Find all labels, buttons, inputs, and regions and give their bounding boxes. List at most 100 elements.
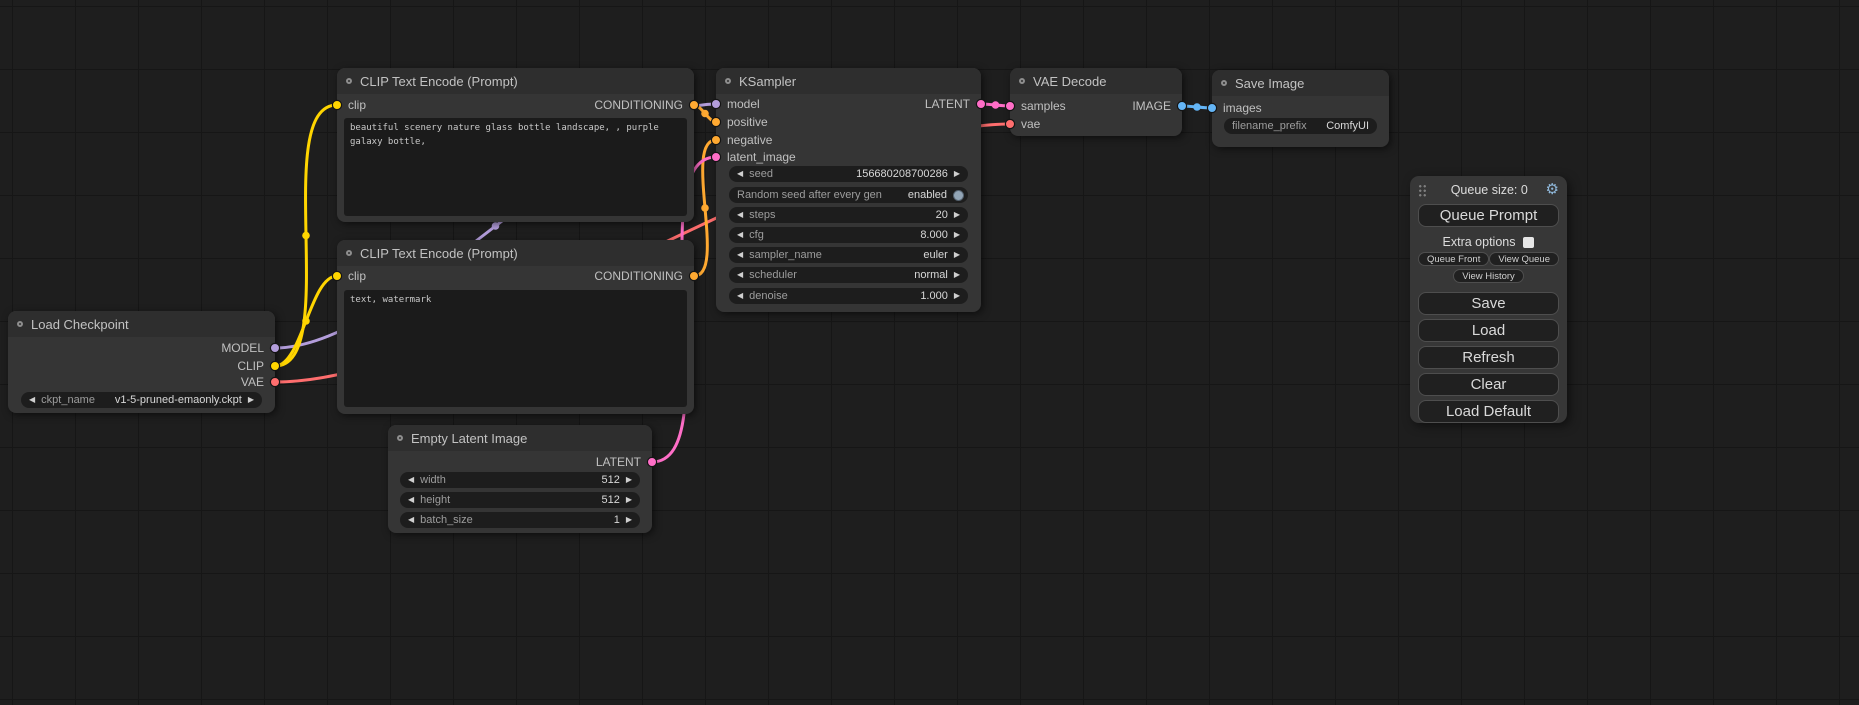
combo-right-arrow-icon[interactable]: ▶ (626, 512, 632, 528)
widget-value: v1-5-pruned-emaonly.ckpt (115, 394, 242, 406)
widget-scheduler[interactable]: ◀ scheduler normal ▶ (729, 267, 968, 283)
combo-right-arrow-icon[interactable]: ▶ (954, 227, 960, 243)
queue-front-button[interactable]: Queue Front (1418, 252, 1489, 266)
output-label-conditioning: CONDITIONING (594, 98, 683, 112)
node-vae-decode[interactable]: VAE Decode samples IMAGE vae (1010, 68, 1182, 136)
extra-options-checkbox[interactable] (1523, 237, 1534, 248)
collapse-dot-icon[interactable] (1019, 78, 1025, 84)
queue-size-text: Queue size: 0 (1433, 183, 1546, 197)
node-title: KSampler (739, 74, 796, 89)
drag-handle-icon[interactable] (1418, 184, 1427, 197)
queue-menu-panel[interactable]: Queue size: 0 ⚙ Queue Prompt Extra optio… (1410, 176, 1567, 423)
node-ksampler[interactable]: KSampler model LATENT positive negative … (716, 68, 981, 312)
widget-denoise[interactable]: ◀ denoise 1.000 ▶ (729, 288, 968, 304)
combo-right-arrow-icon[interactable]: ▶ (954, 288, 960, 304)
link-image (1182, 106, 1212, 108)
view-history-button[interactable]: View History (1453, 269, 1524, 283)
combo-left-arrow-icon[interactable]: ◀ (29, 392, 35, 408)
link-midpoint-dot[interactable] (302, 317, 310, 325)
combo-left-arrow-icon[interactable]: ◀ (737, 247, 743, 263)
extra-options-label: Extra options (1443, 235, 1516, 249)
collapse-dot-icon[interactable] (17, 321, 23, 327)
combo-left-arrow-icon[interactable]: ◀ (408, 472, 414, 488)
link-midpoint-dot[interactable] (701, 110, 709, 118)
combo-left-arrow-icon[interactable]: ◀ (737, 267, 743, 283)
widget-value: normal (914, 269, 948, 281)
widget-ckpt-name[interactable]: ◀ ckpt_name v1-5-pruned-emaonly.ckpt ▶ (21, 392, 262, 408)
widget-label: Random seed after every gen (737, 189, 882, 201)
widget-sampler-name[interactable]: ◀ sampler_name euler ▶ (729, 247, 968, 263)
toggle-knob[interactable] (953, 190, 964, 201)
widget-random-seed-toggle[interactable]: Random seed after every gen enabled (729, 187, 968, 203)
collapse-dot-icon[interactable] (725, 78, 731, 84)
combo-left-arrow-icon[interactable]: ◀ (737, 166, 743, 182)
node-title: CLIP Text Encode (Prompt) (360, 246, 518, 261)
combo-left-arrow-icon[interactable]: ◀ (737, 288, 743, 304)
input-label-images: images (1223, 101, 1262, 115)
combo-left-arrow-icon[interactable]: ◀ (737, 207, 743, 223)
link-midpoint-dot[interactable] (701, 204, 709, 212)
node-title-bar[interactable]: Empty Latent Image (388, 425, 652, 451)
node-title-bar[interactable]: CLIP Text Encode (Prompt) (337, 240, 694, 266)
widget-filename-prefix[interactable]: filename_prefix ComfyUI (1224, 118, 1377, 134)
widget-value: 512 (601, 474, 619, 486)
widget-batch-size[interactable]: ◀ batch_size 1 ▶ (400, 512, 640, 528)
widget-label: cfg (749, 229, 764, 241)
collapse-dot-icon[interactable] (397, 435, 403, 441)
combo-right-arrow-icon[interactable]: ▶ (626, 492, 632, 508)
settings-gear-icon[interactable]: ⚙ (1546, 183, 1559, 197)
queue-prompt-button[interactable]: Queue Prompt (1418, 204, 1559, 227)
combo-right-arrow-icon[interactable]: ▶ (954, 247, 960, 263)
widget-cfg[interactable]: ◀ cfg 8.000 ▶ (729, 227, 968, 243)
load-button[interactable]: Load (1418, 319, 1559, 342)
view-queue-button[interactable]: View Queue (1489, 252, 1559, 266)
output-label-image: IMAGE (1132, 99, 1171, 113)
widget-width[interactable]: ◀ width 512 ▶ (400, 472, 640, 488)
link-sampled-latent (981, 104, 1010, 106)
link-positive-conditioning (694, 105, 716, 122)
widget-steps[interactable]: ◀ steps 20 ▶ (729, 207, 968, 223)
combo-left-arrow-icon[interactable]: ◀ (737, 227, 743, 243)
node-title-bar[interactable]: Save Image (1212, 70, 1389, 96)
combo-right-arrow-icon[interactable]: ▶ (954, 166, 960, 182)
node-save-image[interactable]: Save Image images filename_prefix ComfyU… (1212, 70, 1389, 147)
widget-value: 20 (936, 209, 948, 221)
combo-left-arrow-icon[interactable]: ◀ (408, 512, 414, 528)
collapse-dot-icon[interactable] (346, 78, 352, 84)
widget-height[interactable]: ◀ height 512 ▶ (400, 492, 640, 508)
node-clip-text-encode-positive[interactable]: CLIP Text Encode (Prompt) clip CONDITION… (337, 68, 694, 222)
load-default-button[interactable]: Load Default (1418, 400, 1559, 423)
link-midpoint-dot[interactable] (492, 222, 500, 230)
node-title-bar[interactable]: Load Checkpoint (8, 311, 275, 337)
link-midpoint-dot[interactable] (1193, 103, 1201, 111)
combo-left-arrow-icon[interactable]: ◀ (408, 492, 414, 508)
node-title-bar[interactable]: VAE Decode (1010, 68, 1182, 94)
clear-button[interactable]: Clear (1418, 373, 1559, 396)
link-clip-to-positive-prompt (275, 105, 337, 366)
link-midpoint-dot[interactable] (302, 232, 310, 240)
link-midpoint-dot[interactable] (992, 101, 1000, 109)
combo-right-arrow-icon[interactable]: ▶ (954, 207, 960, 223)
positive-prompt-textarea[interactable]: beautiful scenery nature glass bottle la… (344, 118, 687, 216)
queue-size-label: Queue size: (1451, 183, 1518, 197)
combo-right-arrow-icon[interactable]: ▶ (954, 267, 960, 283)
collapse-dot-icon[interactable] (1221, 80, 1227, 86)
widget-seed[interactable]: ◀ seed 156680208700286 ▶ (729, 166, 968, 182)
output-label-clip: CLIP (237, 359, 264, 373)
negative-prompt-textarea[interactable]: text, watermark (344, 290, 687, 407)
input-label-clip: clip (348, 98, 366, 112)
node-title: VAE Decode (1033, 74, 1106, 89)
node-graph-canvas[interactable]: Load Checkpoint MODEL CLIP VAE ◀ ckpt_na… (0, 0, 1859, 705)
node-title-bar[interactable]: KSampler (716, 68, 981, 94)
menu-header: Queue size: 0 ⚙ (1418, 182, 1559, 198)
node-empty-latent-image[interactable]: Empty Latent Image LATENT ◀ width 512 ▶ … (388, 425, 652, 533)
node-title-bar[interactable]: CLIP Text Encode (Prompt) (337, 68, 694, 94)
collapse-dot-icon[interactable] (346, 250, 352, 256)
combo-right-arrow-icon[interactable]: ▶ (626, 472, 632, 488)
combo-right-arrow-icon[interactable]: ▶ (248, 392, 254, 408)
widget-value: enabled (908, 189, 947, 201)
node-clip-text-encode-negative[interactable]: CLIP Text Encode (Prompt) clip CONDITION… (337, 240, 694, 414)
refresh-button[interactable]: Refresh (1418, 346, 1559, 369)
save-button[interactable]: Save (1418, 292, 1559, 315)
node-load-checkpoint[interactable]: Load Checkpoint MODEL CLIP VAE ◀ ckpt_na… (8, 311, 275, 413)
